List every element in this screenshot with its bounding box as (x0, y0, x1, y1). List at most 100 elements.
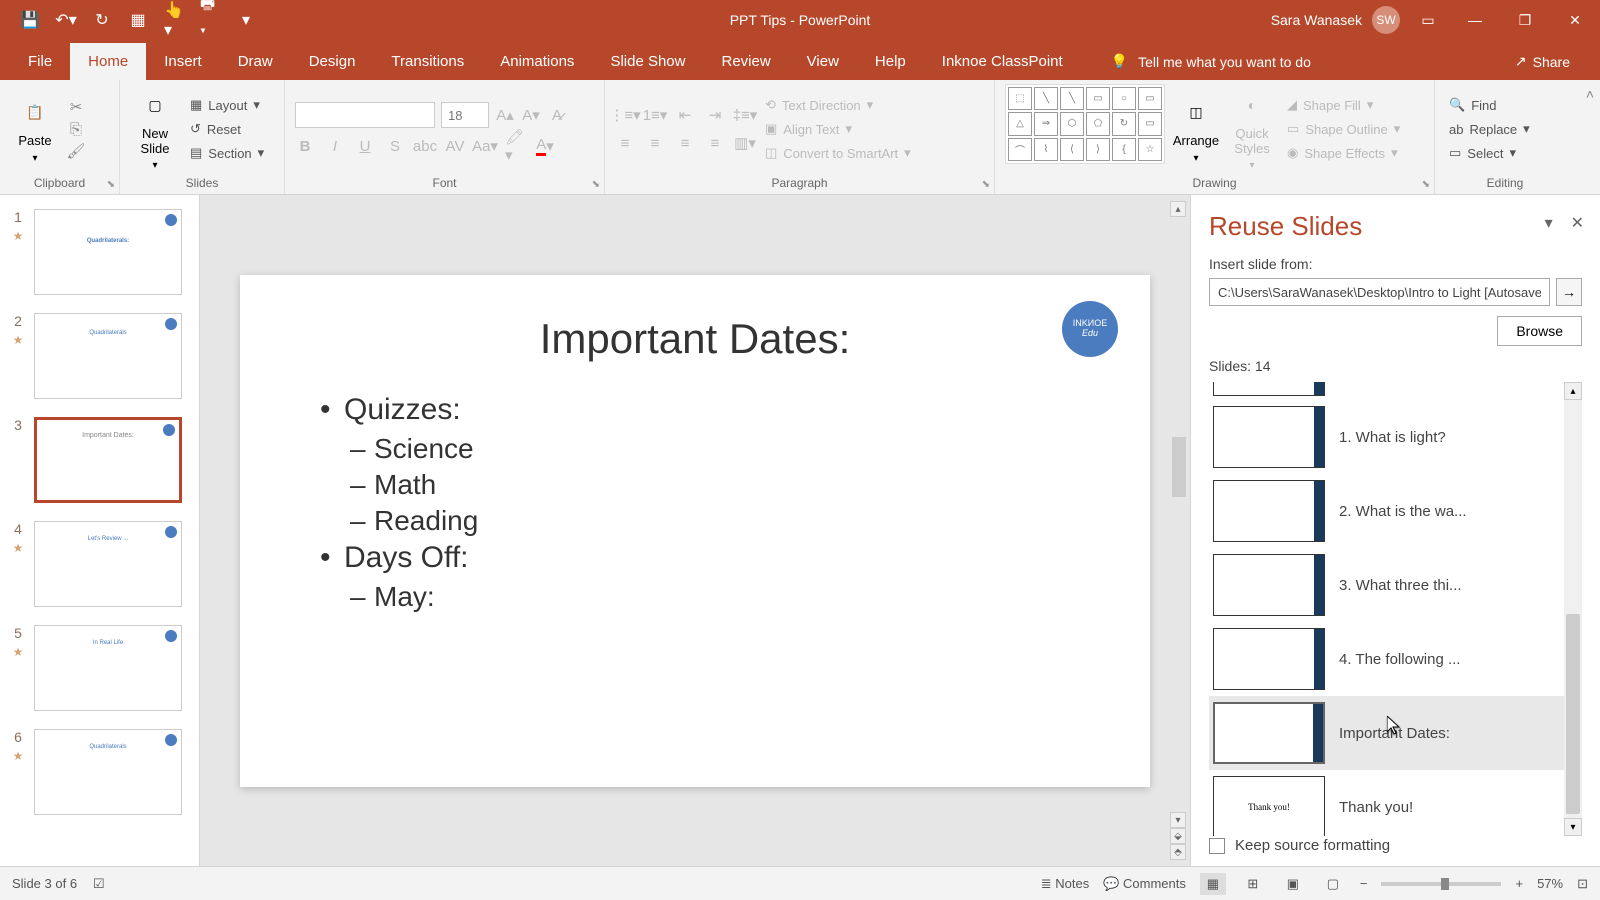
redo-icon[interactable]: ↻ (92, 10, 112, 30)
decrease-font-icon[interactable]: A▾ (521, 105, 541, 125)
scroll-up-icon[interactable]: ▴ (1170, 201, 1186, 217)
prev-slide-icon[interactable]: ⬙ (1170, 828, 1186, 844)
align-right-icon[interactable]: ≡ (675, 133, 695, 153)
zoom-slider[interactable] (1381, 882, 1501, 886)
collapse-ribbon-icon[interactable]: ˄ (1586, 86, 1594, 102)
shape-outline-button[interactable]: ▭Shape Outline ▾ (1283, 118, 1404, 140)
shapes-gallery[interactable]: ⬚╲╲▭○▭ △⇒⬡⬠↻▭ ⌒⌇⟨⟩{☆ (1005, 84, 1165, 164)
thumbnail-3[interactable]: 3 Important Dates: (0, 413, 199, 517)
tab-slide-show[interactable]: Slide Show (592, 43, 703, 80)
section-button[interactable]: ▤Section ▾ (186, 142, 268, 164)
reuse-item-5[interactable]: Important Dates: (1209, 696, 1582, 770)
tell-me-search[interactable]: 💡 Tell me what you want to do (1101, 43, 1321, 80)
tab-draw[interactable]: Draw (220, 43, 291, 80)
bullets-icon[interactable]: ⋮≡▾ (615, 105, 635, 125)
zoom-in-icon[interactable]: + (1515, 876, 1523, 891)
reuse-slide-list[interactable]: 1. What is light? 2. What is the wa... 3… (1209, 382, 1582, 836)
italic-icon[interactable]: I (325, 136, 345, 156)
strikethrough-icon[interactable]: abc (415, 136, 435, 156)
present-from-beginning-icon[interactable]: ▦ (128, 10, 148, 30)
shape-fill-button[interactable]: ◢Shape Fill ▾ (1283, 94, 1404, 116)
reuse-item-partial[interactable] (1213, 382, 1325, 396)
font-color-icon[interactable]: A▾ (535, 136, 555, 156)
reset-button[interactable]: ↺Reset (186, 118, 268, 140)
tab-review[interactable]: Review (703, 43, 788, 80)
arrange-button[interactable]: ◫ Arrange ▾ (1171, 84, 1221, 174)
char-spacing-icon[interactable]: AV (445, 136, 465, 156)
scroll-down-icon[interactable]: ▾ (1170, 812, 1186, 828)
justify-icon[interactable]: ≡ (705, 133, 725, 153)
tab-insert[interactable]: Insert (146, 43, 220, 80)
line-spacing-icon[interactable]: ‡≡▾ (735, 105, 755, 125)
normal-view-icon[interactable]: ▦ (1200, 873, 1226, 895)
clear-formatting-icon[interactable]: A̷ (547, 105, 567, 125)
thumbnail-5[interactable]: 5★ In Real Life (0, 621, 199, 725)
slide-title[interactable]: Important Dates: (290, 315, 1100, 363)
dialog-launcher-icon[interactable]: ⬊ (1422, 179, 1430, 190)
print-icon[interactable]: 🖶▾ (200, 10, 220, 30)
bold-icon[interactable]: B (295, 136, 315, 156)
undo-icon[interactable]: ↶▾ (56, 10, 76, 30)
highlight-icon[interactable]: 🖍▾ (505, 136, 525, 156)
maximize-button[interactable]: ❐ (1500, 0, 1550, 40)
find-button[interactable]: 🔍Find (1445, 94, 1534, 116)
align-text-button[interactable]: ▣Align Text ▾ (761, 118, 915, 140)
underline-icon[interactable]: U (355, 136, 375, 156)
tab-help[interactable]: Help (857, 43, 924, 80)
reuse-item-6[interactable]: Thank you! Thank you! (1209, 770, 1582, 836)
replace-button[interactable]: abReplace ▾ (1445, 118, 1534, 140)
increase-indent-icon[interactable]: ⇥ (705, 105, 725, 125)
dialog-launcher-icon[interactable]: ⬊ (107, 179, 115, 190)
align-left-icon[interactable]: ≡ (615, 133, 635, 153)
numbering-icon[interactable]: 1≡▾ (645, 105, 665, 125)
ribbon-display-options-icon[interactable]: ▭ (1416, 8, 1440, 32)
convert-smartart-button[interactable]: ◫Convert to SmartArt ▾ (761, 142, 915, 164)
thumbnail-6[interactable]: 6★ Quadrilaterals (0, 725, 199, 829)
reuse-item-2[interactable]: 2. What is the wa... (1209, 474, 1582, 548)
reading-view-icon[interactable]: ▣ (1280, 873, 1306, 895)
share-button[interactable]: ↗ Share (1505, 43, 1580, 80)
change-case-icon[interactable]: Aa▾ (475, 136, 495, 156)
tab-transitions[interactable]: Transitions (373, 43, 482, 80)
file-path-input[interactable] (1209, 278, 1550, 306)
minimize-button[interactable]: — (1450, 0, 1500, 40)
reuse-item-1[interactable]: 1. What is light? (1209, 400, 1582, 474)
close-pane-icon[interactable]: ✕ (1571, 213, 1584, 233)
format-painter-icon[interactable]: 🖌 (66, 141, 86, 161)
dialog-launcher-icon[interactable]: ⬊ (592, 179, 600, 190)
font-name-input[interactable] (295, 102, 435, 128)
quick-styles-button[interactable]: ◐ Quick Styles ▾ (1227, 84, 1277, 174)
columns-icon[interactable]: ▥▾ (735, 133, 755, 153)
decrease-indent-icon[interactable]: ⇤ (675, 105, 695, 125)
keep-source-formatting-checkbox[interactable]: Keep source formatting (1209, 837, 1390, 854)
slideshow-view-icon[interactable]: ▢ (1320, 873, 1346, 895)
scroll-down-icon[interactable]: ▾ (1564, 818, 1582, 836)
reuse-list-scrollbar[interactable]: ▴ ▾ (1564, 382, 1582, 836)
notes-button[interactable]: ≣ Notes (1041, 876, 1089, 892)
increase-font-icon[interactable]: A▴ (495, 105, 515, 125)
user-account[interactable]: Sara Wanasek SW (1271, 6, 1400, 34)
canvas-scrollbar[interactable]: ▴ ▾ ⬙ ⬘ (1170, 195, 1188, 866)
paste-button[interactable]: 📋 Paste ▾ (10, 84, 60, 174)
select-button[interactable]: ▭Select ▾ (1445, 142, 1534, 164)
tab-file[interactable]: File (10, 43, 70, 80)
customize-qat-icon[interactable]: ▾ (236, 10, 256, 30)
thumbnail-2[interactable]: 2★ Quadrilaterals (0, 309, 199, 413)
checkbox-icon[interactable] (1209, 838, 1225, 854)
shadow-icon[interactable]: S (385, 136, 405, 156)
slide-counter[interactable]: Slide 3 of 6 (12, 876, 77, 891)
touch-mode-icon[interactable]: 👆▾ (164, 10, 184, 30)
comments-button[interactable]: 💬 Comments (1103, 876, 1186, 892)
slide-sorter-icon[interactable]: ⊞ (1240, 873, 1266, 895)
thumbnail-1[interactable]: 1★ Quadrilaterals: (0, 205, 199, 309)
go-button[interactable]: → (1556, 278, 1582, 306)
close-button[interactable]: ✕ (1550, 0, 1600, 40)
shape-effects-button[interactable]: ◉Shape Effects ▾ (1283, 142, 1404, 164)
slide-body[interactable]: Quizzes: Science Math Reading Days Off: … (290, 393, 1100, 613)
cut-icon[interactable]: ✂ (66, 97, 86, 117)
tab-inknoe-classpoint[interactable]: Inknoe ClassPoint (924, 43, 1081, 80)
copy-icon[interactable]: ⎘ (66, 119, 86, 139)
dialog-launcher-icon[interactable]: ⬊ (982, 179, 990, 190)
new-slide-button[interactable]: ▢ New Slide ▾ (130, 84, 180, 174)
zoom-level[interactable]: 57% (1537, 876, 1563, 891)
